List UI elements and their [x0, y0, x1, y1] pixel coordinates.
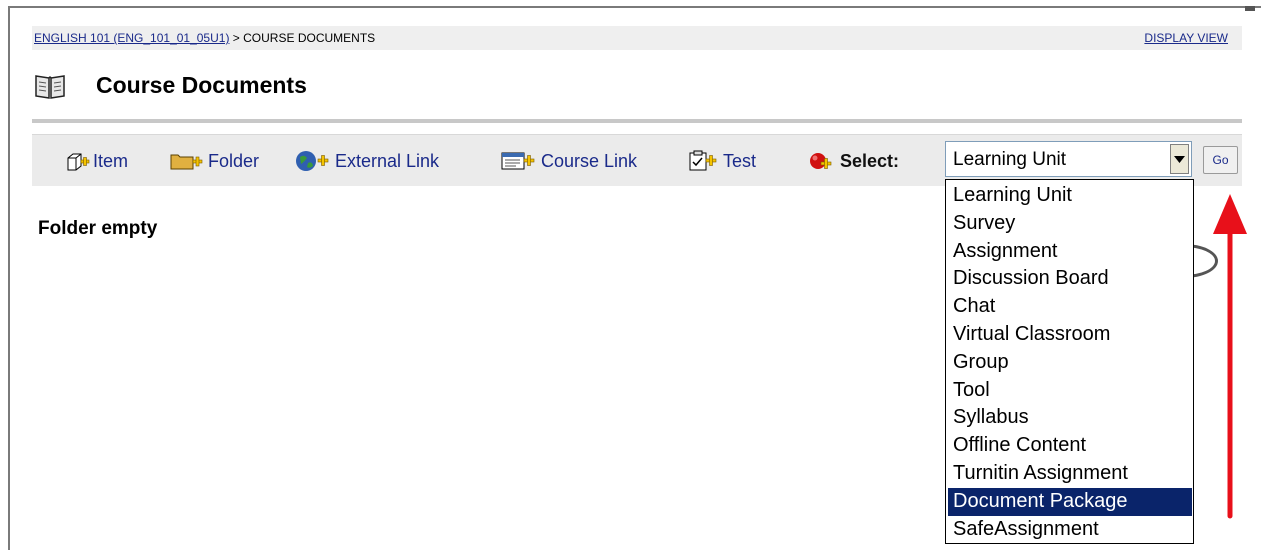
- select-label-text: Select:: [840, 150, 900, 171]
- breadcrumb-current: COURSE DOCUMENTS: [243, 31, 376, 45]
- option-document-package[interactable]: Document Package: [948, 487, 1192, 516]
- book-icon: [35, 75, 65, 99]
- content-type-select[interactable]: Learning Unit: [945, 141, 1192, 177]
- breadcrumb-separator: >: [229, 31, 244, 45]
- option-learning-unit[interactable]: Learning Unit: [948, 182, 1192, 210]
- option-group[interactable]: Group: [948, 349, 1192, 377]
- option-survey[interactable]: Survey: [948, 210, 1192, 238]
- add-item-icon: [67, 153, 90, 171]
- option-syllabus[interactable]: Syllabus: [948, 404, 1192, 432]
- window-frame-corner: [1245, 6, 1255, 11]
- dropdown-button[interactable]: [1170, 144, 1189, 174]
- add-external-link-label: External Link: [335, 150, 440, 171]
- test-add-icon: [689, 150, 717, 171]
- globe-add-icon: [296, 151, 329, 171]
- chevron-down-icon: [1174, 155, 1185, 163]
- option-safeassignment[interactable]: SafeAssignment: [948, 516, 1192, 544]
- option-tool[interactable]: Tool: [948, 377, 1192, 405]
- add-folder-button[interactable]: Folder: [169, 149, 259, 173]
- course-link-add-icon: [501, 152, 535, 170]
- display-view-link[interactable]: DISPLAY VIEW: [1144, 31, 1228, 45]
- add-folder-label: Folder: [208, 150, 260, 171]
- option-virtual-classroom[interactable]: Virtual Classroom: [948, 321, 1192, 349]
- add-test-button[interactable]: Test: [688, 149, 756, 173]
- option-turnitin-assignment[interactable]: Turnitin Assignment: [948, 460, 1192, 488]
- add-course-link-label: Course Link: [541, 150, 638, 171]
- go-button[interactable]: Go: [1203, 146, 1238, 174]
- breadcrumb: ENGLISH 101 (ENG_101_01_05U1) > COURSE D…: [34, 31, 375, 45]
- add-item-button[interactable]: Item: [66, 149, 128, 173]
- title-divider: [32, 119, 1242, 123]
- breadcrumb-bar: ENGLISH 101 (ENG_101_01_05U1) > COURSE D…: [32, 26, 1242, 50]
- add-external-link-button[interactable]: External Link: [294, 149, 439, 173]
- select-current-value: Learning Unit: [953, 149, 1067, 170]
- option-chat[interactable]: Chat: [948, 293, 1192, 321]
- window-frame-top: [8, 6, 1261, 8]
- red-add-icon: [810, 153, 832, 169]
- page-title: Course Documents: [96, 72, 307, 98]
- option-discussion-board[interactable]: Discussion Board: [948, 265, 1192, 293]
- select-label: Select:: [808, 149, 899, 173]
- add-test-label: Test: [723, 150, 757, 171]
- add-folder-icon: [170, 154, 203, 170]
- folder-empty-message: Folder empty: [38, 218, 158, 239]
- window-frame-left: [8, 6, 10, 550]
- option-offline-content[interactable]: Offline Content: [948, 432, 1192, 460]
- add-course-link-button[interactable]: Course Link: [500, 149, 637, 173]
- breadcrumb-course-link[interactable]: ENGLISH 101 (ENG_101_01_05U1): [34, 31, 229, 45]
- add-item-label: Item: [93, 150, 129, 171]
- select-options-list[interactable]: Learning Unit Survey Assignment Discussi…: [945, 179, 1194, 544]
- option-assignment[interactable]: Assignment: [948, 238, 1192, 266]
- red-arrow-annotation: [1213, 194, 1247, 519]
